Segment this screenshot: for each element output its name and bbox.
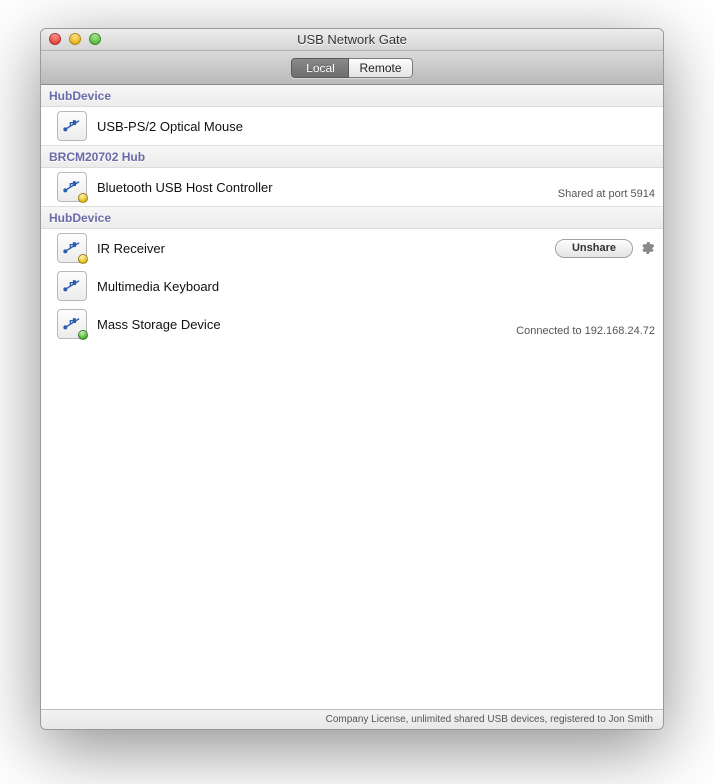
device-label: Mass Storage Device xyxy=(97,317,485,332)
zoom-button[interactable] xyxy=(89,33,101,45)
device-row[interactable]: Multimedia Keyboard xyxy=(41,267,663,305)
device-main: Mass Storage Device xyxy=(97,317,485,332)
device-label: USB-PS/2 Optical Mouse xyxy=(97,119,655,134)
device-row[interactable]: IR Receiver Unshare xyxy=(41,229,663,267)
device-row[interactable]: Bluetooth USB Host Controller Shared at … xyxy=(41,168,663,206)
device-main: USB-PS/2 Optical Mouse xyxy=(97,119,655,134)
device-main: Multimedia Keyboard xyxy=(97,279,655,294)
device-main: Bluetooth USB Host Controller xyxy=(97,180,485,195)
group-header: HubDevice xyxy=(41,85,663,107)
unshare-button[interactable]: Unshare xyxy=(555,239,633,258)
device-label: Multimedia Keyboard xyxy=(97,279,655,294)
device-main: IR Receiver xyxy=(97,241,485,256)
usb-icon xyxy=(57,172,87,202)
device-side: Connected to 192.168.24.72 xyxy=(485,311,655,337)
device-row[interactable]: Mass Storage Device Connected to 192.168… xyxy=(41,305,663,343)
close-button[interactable] xyxy=(49,33,61,45)
tab-remote[interactable]: Remote xyxy=(349,58,412,78)
minimize-button[interactable] xyxy=(69,33,81,45)
status-badge-connected-icon xyxy=(78,330,88,340)
toolbar: Local Remote xyxy=(41,51,663,85)
device-side: Shared at port 5914 xyxy=(485,174,655,200)
device-list: HubDevice USB-PS/2 Optical Mouse BRCM207… xyxy=(41,85,663,709)
device-row[interactable]: USB-PS/2 Optical Mouse xyxy=(41,107,663,145)
device-status: Shared at port 5914 xyxy=(558,188,655,200)
usb-icon xyxy=(57,111,87,141)
tab-switcher: Local Remote xyxy=(291,58,412,78)
app-window: USB Network Gate Local Remote HubDevice … xyxy=(40,28,664,730)
license-footer: Company License, unlimited shared USB de… xyxy=(41,709,663,729)
device-side: Unshare xyxy=(485,239,655,258)
usb-icon xyxy=(57,309,87,339)
usb-icon xyxy=(57,233,87,263)
traffic-lights xyxy=(49,33,101,45)
device-label: Bluetooth USB Host Controller xyxy=(97,180,485,195)
status-badge-shared-icon xyxy=(78,193,88,203)
group-header: HubDevice xyxy=(41,206,663,229)
window-title: USB Network Gate xyxy=(297,32,407,47)
device-status: Connected to 192.168.24.72 xyxy=(516,325,655,337)
titlebar: USB Network Gate xyxy=(41,29,663,51)
group-header: BRCM20702 Hub xyxy=(41,145,663,168)
gear-icon[interactable] xyxy=(639,240,655,256)
usb-icon xyxy=(57,271,87,301)
device-label: IR Receiver xyxy=(97,241,485,256)
tab-local[interactable]: Local xyxy=(291,58,349,78)
status-badge-shared-icon xyxy=(78,254,88,264)
